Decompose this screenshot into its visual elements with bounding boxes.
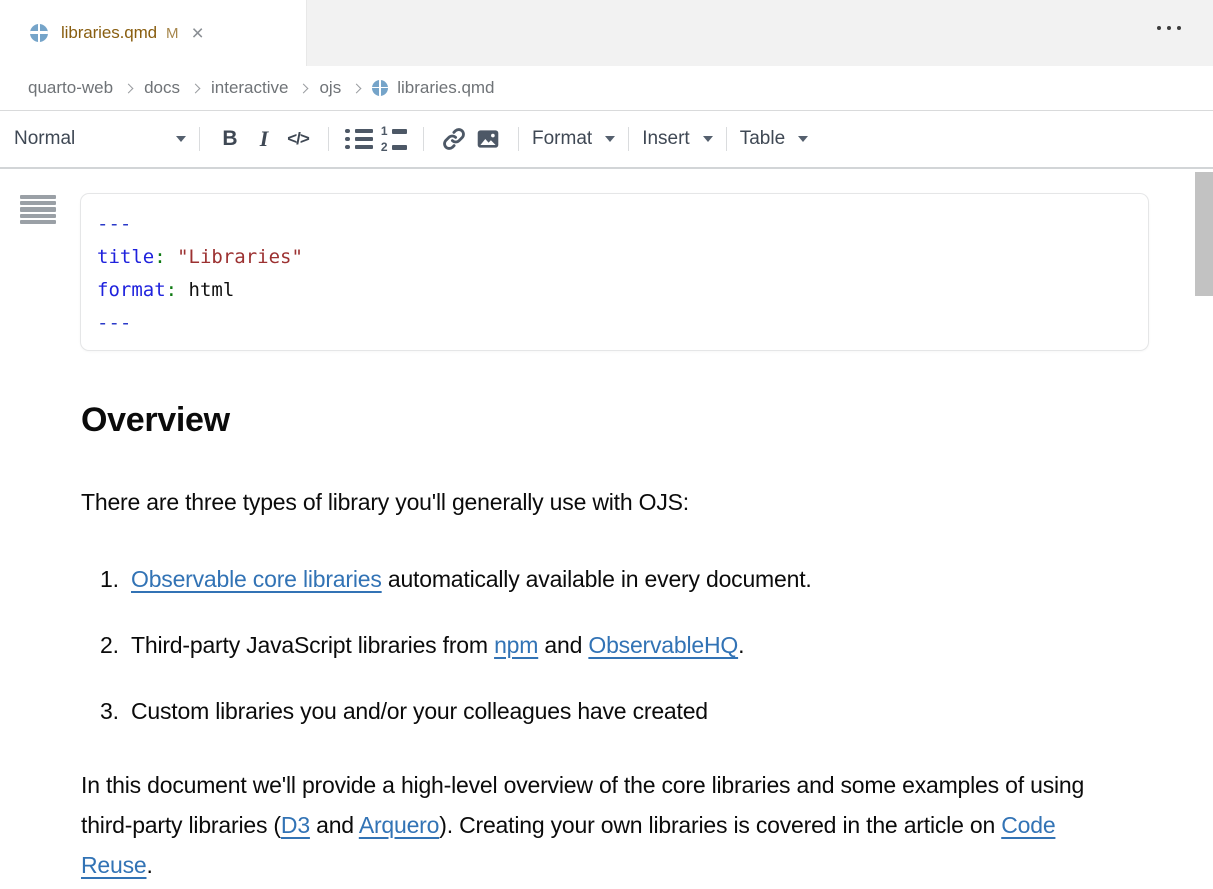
tab-title: libraries.qmd	[61, 23, 157, 43]
toolbar-divider	[199, 127, 200, 151]
list-item[interactable]: 1. Observable core libraries automatical…	[81, 563, 1103, 596]
breadcrumb-item-docs[interactable]: docs	[144, 78, 180, 98]
bullet-list-button[interactable]	[342, 121, 376, 157]
toolbar-divider	[423, 127, 424, 151]
visual-editor-window: libraries.qmd M × quarto-web docs intera…	[0, 0, 1213, 889]
list-item-text: Third-party JavaScript libraries from np…	[131, 629, 744, 662]
image-button[interactable]	[471, 121, 505, 157]
vertical-scrollbar[interactable]	[1195, 172, 1213, 296]
breadcrumb-item-ojs[interactable]: ojs	[319, 78, 341, 98]
intro-paragraph[interactable]: There are three types of library you'll …	[81, 482, 1093, 522]
chevron-right-icon	[299, 83, 309, 93]
breadcrumb: quarto-web docs interactive ojs librarie…	[0, 66, 1213, 111]
toolbar-divider	[628, 127, 629, 151]
list-item[interactable]: 3. Custom libraries you and/or your coll…	[81, 695, 1103, 728]
format-menu-button[interactable]: Format	[532, 128, 615, 150]
close-tab-icon[interactable]: ×	[192, 23, 204, 44]
list-item-text: Observable core libraries automatically …	[131, 563, 812, 596]
code-button[interactable]: </>	[281, 121, 315, 157]
text-segment: .	[738, 632, 744, 658]
toolbar-divider	[518, 127, 519, 151]
yaml-delimiter: ---	[97, 307, 1132, 340]
quarto-file-icon	[30, 24, 48, 42]
link-button[interactable]	[437, 121, 471, 157]
breadcrumb-item-interactive[interactable]: interactive	[211, 78, 288, 98]
library-types-list: 1. Observable core libraries automatical…	[81, 563, 1103, 728]
table-menu-label: Table	[740, 128, 785, 150]
breadcrumb-item-file[interactable]: libraries.qmd	[372, 78, 494, 98]
insert-menu-label: Insert	[642, 128, 690, 150]
doc-link[interactable]: D3	[281, 812, 310, 838]
paragraph-style-select[interactable]: Normal	[14, 128, 186, 150]
bold-button[interactable]: B	[213, 121, 247, 157]
chevron-down-icon	[605, 136, 615, 142]
list-item[interactable]: 2. Third-party JavaScript libraries from…	[81, 629, 1103, 662]
insert-menu-button[interactable]: Insert	[642, 128, 713, 150]
chevron-down-icon	[798, 136, 808, 142]
quarto-file-icon	[372, 80, 388, 96]
yaml-delimiter: ---	[97, 208, 1132, 241]
tab-bar: libraries.qmd M ×	[0, 0, 1213, 66]
paragraph-style-value: Normal	[14, 128, 75, 150]
text-segment: automatically available in every documen…	[382, 566, 812, 592]
image-icon	[475, 126, 501, 152]
table-menu-button[interactable]: Table	[740, 128, 808, 150]
numbered-list-icon: 1 2	[380, 124, 407, 154]
heading-overview[interactable]: Overview	[81, 401, 1103, 440]
editor-toolbar: Normal B I </> 1 2	[0, 111, 1213, 169]
chevron-right-icon	[191, 83, 201, 93]
chevron-down-icon	[176, 136, 186, 142]
text-segment: .	[147, 852, 153, 878]
doc-link[interactable]: npm	[494, 632, 538, 658]
chevron-right-icon	[352, 83, 362, 93]
text-segment: and	[538, 632, 588, 658]
list-item-text: Custom libraries you and/or your colleag…	[131, 695, 708, 728]
text-segment: ). Creating your own libraries is covere…	[439, 812, 1001, 838]
editor-canvas[interactable]: --- title:"Libraries" format:html --- Ov…	[0, 169, 1213, 889]
yaml-front-matter-block[interactable]: --- title:"Libraries" format:html ---	[80, 193, 1149, 351]
tab-libraries-qmd[interactable]: libraries.qmd M ×	[0, 0, 307, 66]
link-icon	[441, 126, 467, 152]
doc-link[interactable]: Observable core libraries	[131, 566, 382, 592]
bullet-list-icon	[345, 129, 373, 150]
yaml-format-line: format:html	[97, 274, 1132, 307]
outro-paragraph[interactable]: In this document we'll provide a high-le…	[81, 765, 1093, 885]
toolbar-divider	[726, 127, 727, 151]
text-segment: Third-party JavaScript libraries from	[131, 632, 494, 658]
modified-badge: M	[166, 25, 179, 42]
document-body: Overview There are three types of librar…	[0, 401, 1213, 885]
doc-link[interactable]: Arquero	[359, 812, 439, 838]
chevron-down-icon	[703, 136, 713, 142]
format-menu-label: Format	[532, 128, 592, 150]
text-segment: and	[310, 812, 359, 838]
italic-button[interactable]: I	[247, 121, 281, 157]
numbered-list-button[interactable]: 1 2	[376, 121, 410, 157]
toolbar-divider	[328, 127, 329, 151]
list-item-marker: 3.	[100, 695, 131, 728]
text-segment: Custom libraries you and/or your colleag…	[131, 698, 708, 724]
list-item-marker: 2.	[100, 629, 131, 662]
chevron-right-icon	[124, 83, 134, 93]
more-actions-icon[interactable]	[1157, 26, 1181, 30]
doc-link[interactable]: ObservableHQ	[588, 632, 738, 658]
list-item-marker: 1.	[100, 563, 131, 596]
yaml-title-line: title:"Libraries"	[97, 241, 1132, 274]
breadcrumb-file-label: libraries.qmd	[397, 78, 494, 98]
block-drag-handle-icon[interactable]	[20, 195, 56, 224]
breadcrumb-item-quarto-web[interactable]: quarto-web	[28, 78, 113, 98]
